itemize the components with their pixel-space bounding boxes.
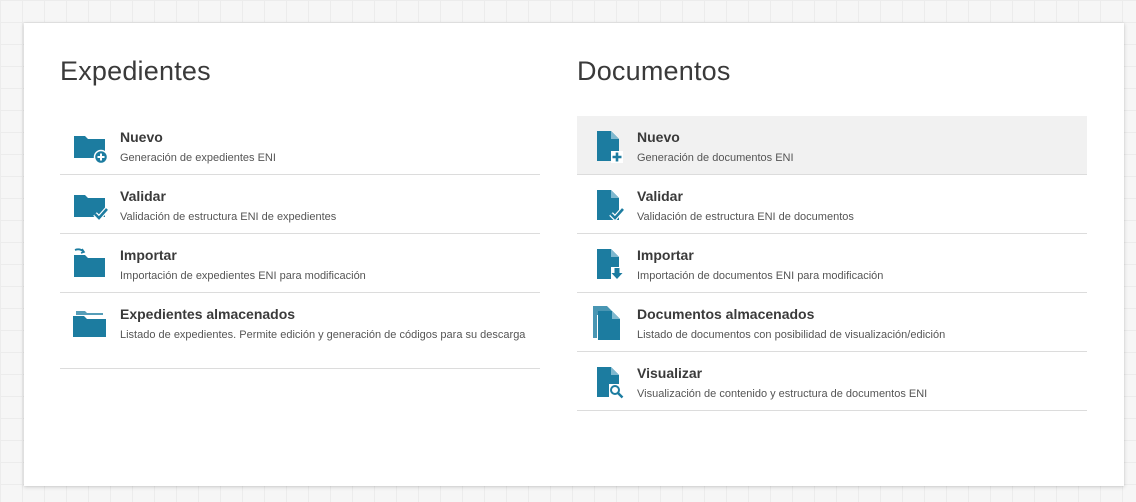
item-description: Listado de expedientes. Permite edición … [120,329,526,341]
documentos-list: Nuevo Generación de documentos ENI Valid… [577,116,1087,411]
item-title: Validar [637,188,683,204]
item-title: Validar [120,188,166,204]
expedientes-item-nuevo[interactable]: Nuevo Generación de expedientes ENI [60,116,540,175]
item-description: Generación de documentos ENI [637,152,794,164]
expedientes-item-almacenados[interactable]: Expedientes almacenados Listado de exped… [60,293,540,369]
documentos-item-validar[interactable]: Validar Validación de estructura ENI de … [577,175,1087,234]
folder-import-icon [72,246,108,282]
item-description: Importación de expedientes ENI para modi… [120,270,366,282]
item-description: Validación de estructura ENI de expedien… [120,211,337,223]
item-description: Importación de documentos ENI para modif… [637,270,884,282]
item-description: Listado de documentos con posibilidad de… [637,329,946,341]
item-title: Nuevo [637,129,680,145]
item-title: Importar [637,247,694,263]
item-description: Validación de estructura ENI de document… [637,211,854,223]
document-search-icon [589,364,625,400]
item-description: Generación de expedientes ENI [120,152,276,164]
documentos-item-almacenados[interactable]: Documentos almacenados Listado de docume… [577,293,1087,352]
expedientes-title: Expedientes [60,56,211,86]
document-check-icon [589,187,625,223]
item-title: Nuevo [120,129,163,145]
item-description: Visualización de contenido y estructura … [637,388,928,400]
documentos-item-nuevo[interactable]: Nuevo Generación de documentos ENI [577,116,1087,175]
documentos-item-importar[interactable]: Importar Importación de documentos ENI p… [577,234,1087,293]
main-card: Expedientes Nuevo Generación de expedien… [24,23,1124,486]
expedientes-list: Nuevo Generación de expedientes ENI Vali… [60,116,540,369]
item-title: Visualizar [637,365,703,381]
documentos-title: Documentos [577,56,731,86]
document-plus-icon [589,128,625,164]
documentos-item-visualizar[interactable]: Visualizar Visualización de contenido y … [577,352,1087,411]
folder-check-icon [72,187,108,223]
item-title: Importar [120,247,177,263]
item-title: Documentos almacenados [637,306,815,322]
folder-plus-icon [72,128,108,164]
documents-stack-icon [589,305,625,341]
expedientes-item-validar[interactable]: Validar Validación de estructura ENI de … [60,175,540,234]
expedientes-item-importar[interactable]: Importar Importación de expedientes ENI … [60,234,540,293]
item-title: Expedientes almacenados [120,306,296,322]
document-import-icon [589,246,625,282]
folders-stack-icon [72,305,108,341]
